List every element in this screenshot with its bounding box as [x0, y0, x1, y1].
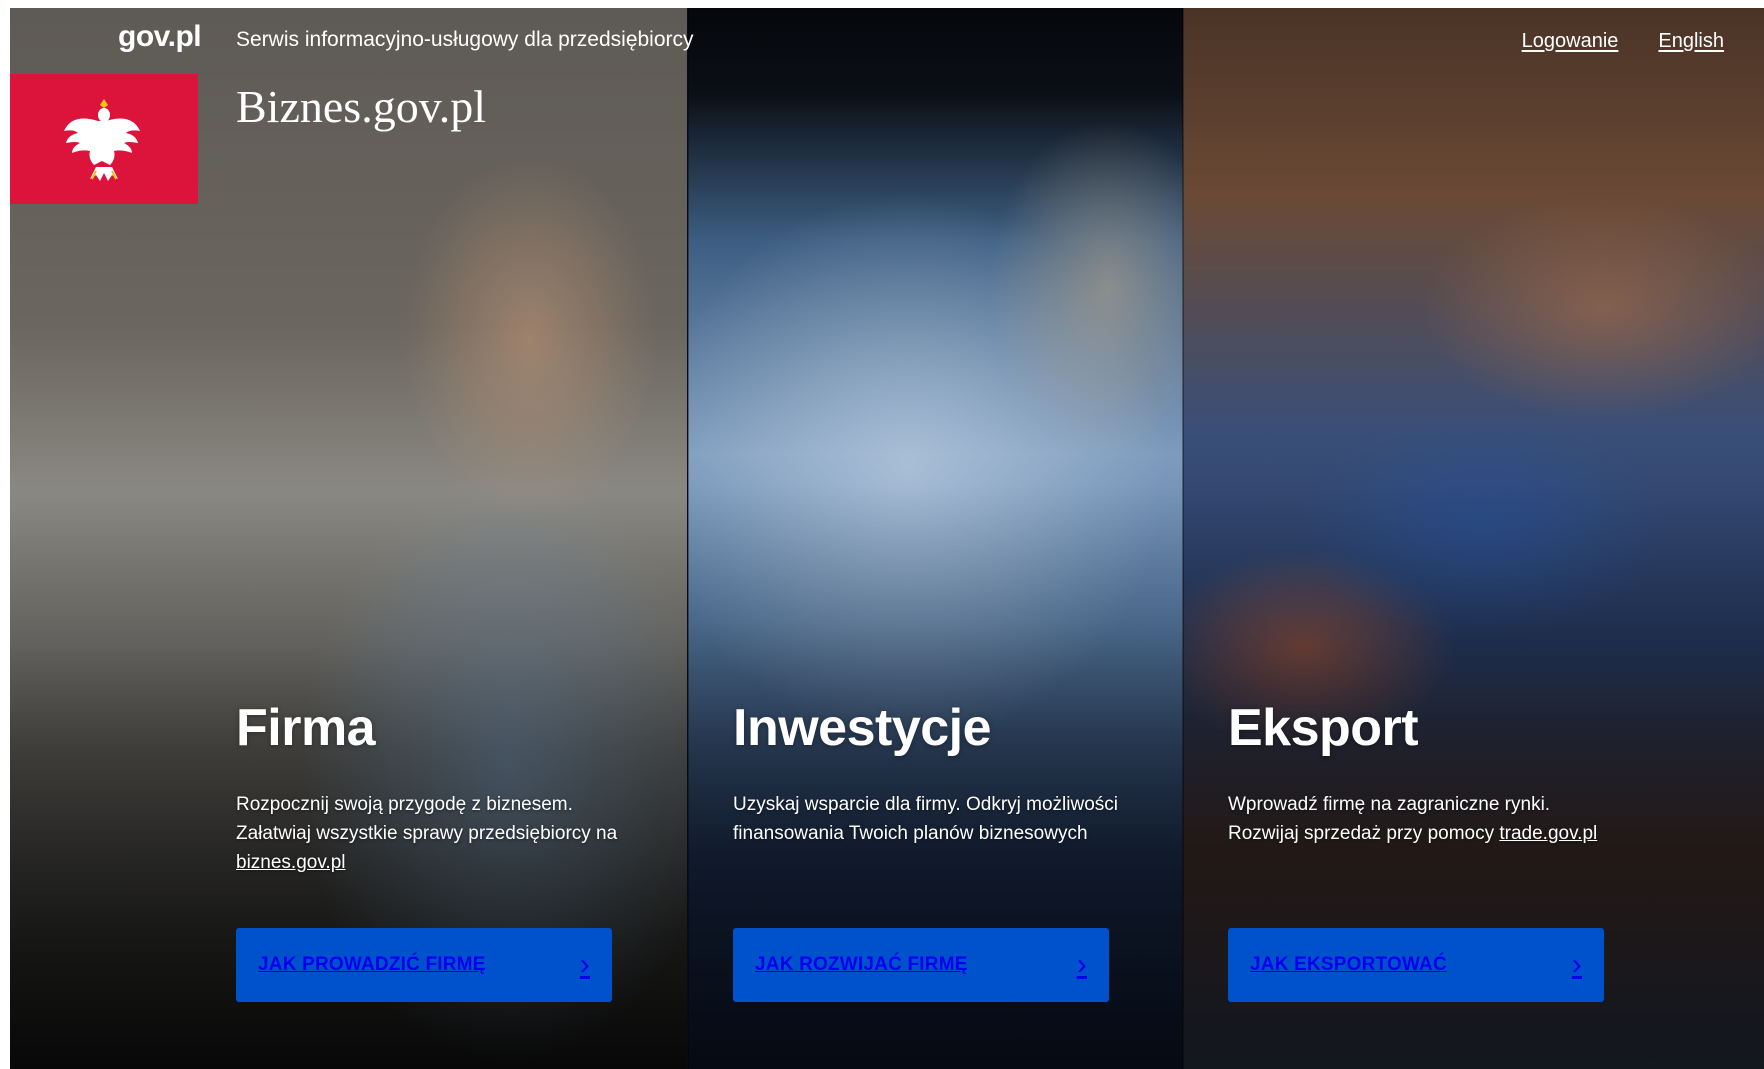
section-title-inwestycje: Inwestycje — [733, 699, 992, 757]
cta-jak-prowadzic-firme-button[interactable]: JAK PROWADZIĆ FIRMĘ › — [236, 928, 612, 1002]
chevron-right-icon: › — [1571, 948, 1582, 981]
coat-of-arms-emblem[interactable] — [10, 74, 198, 204]
cta-label: JAK PROWADZIĆ FIRMĘ — [258, 954, 486, 975]
section-firma: Firma Rozpocznij swoją przygodę z biznes… — [236, 698, 626, 1002]
language-switch-link[interactable]: English — [1658, 30, 1724, 53]
section-title-eksport: Eksport — [1228, 699, 1419, 757]
section-eksport: Eksport Wprowadź firmę na zagraniczne ry… — [1228, 698, 1618, 1002]
cta-jak-eksportowac-button[interactable]: JAK EKSPORTOWAĆ › — [1228, 928, 1604, 1002]
chevron-right-icon: › — [579, 948, 590, 981]
panel-eksport-background — [1183, 8, 1764, 1069]
cta-label: JAK ROZWIJAĆ FIRMĘ — [755, 954, 968, 975]
cta-jak-rozwijac-firme-button[interactable]: JAK ROZWIJAĆ FIRMĘ › — [733, 928, 1109, 1002]
cta-label: JAK EKSPORTOWAĆ — [1250, 954, 1447, 975]
site-tagline: Serwis informacyjno-usługowy dla przedsi… — [236, 28, 694, 51]
section-inwestycje: Inwestycje Uzyskaj wsparcie dla firmy. O… — [733, 698, 1123, 1002]
panel-inwestycje-background — [688, 8, 1183, 1069]
panel-divider — [1182, 8, 1184, 1069]
biznes-gov-link[interactable]: biznes.gov.pl — [236, 852, 346, 873]
site-brand-title[interactable]: Biznes.gov.pl — [236, 80, 486, 133]
login-link[interactable]: Logowanie — [1522, 30, 1619, 53]
white-eagle-icon — [64, 99, 140, 181]
section-title-firma: Firma — [236, 699, 376, 757]
gov-pl-logo[interactable]: gov.pl — [118, 20, 202, 54]
trade-gov-link[interactable]: trade.gov.pl — [1499, 823, 1597, 844]
top-navigation: Logowanie English — [1522, 30, 1724, 53]
section-description-inwestycje: Uzyskaj wsparcie dla firmy. Odkryj możli… — [733, 794, 1118, 844]
panel-divider — [687, 8, 689, 1069]
chevron-right-icon: › — [1076, 948, 1087, 981]
section-description-firma: Rozpocznij swoją przygodę z biznesem. Za… — [236, 794, 618, 873]
hero-stage: gov.pl Serwis informacyjno-usługowy dla … — [10, 8, 1764, 1069]
section-description-eksport: Wprowadź firmę na zagraniczne rynki. Roz… — [1228, 794, 1598, 844]
